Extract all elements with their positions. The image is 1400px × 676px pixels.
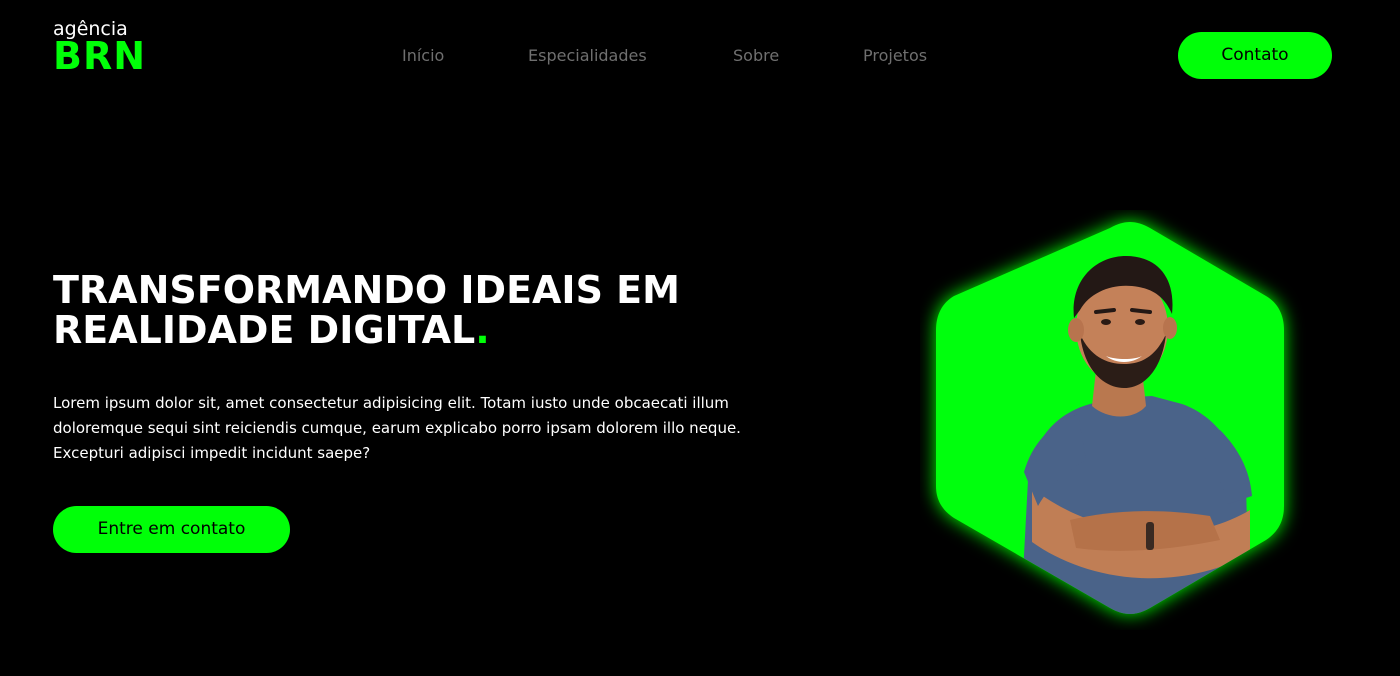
hero-title-line-2-text: REALIDADE DIGITAL: [53, 308, 476, 352]
nav-link-especialidades[interactable]: Especialidades: [528, 45, 647, 67]
hero-description-line-1: Lorem ipsum dolor sit, amet consectetur …: [53, 394, 729, 412]
brand-logo[interactable]: agência BRN: [53, 18, 163, 78]
hero-description-line-3: Excepturi adipisci impedit incidunt saep…: [53, 444, 371, 462]
hero-description: Lorem ipsum dolor sit, amet consectetur …: [53, 391, 813, 466]
hero-title-accent-dot: .: [475, 308, 490, 352]
landing-page: agência BRN Início Especialidades Sobre …: [0, 0, 1400, 676]
hero-photo-frame: [920, 210, 1320, 630]
hero-title: TRANSFORMANDO IDEAIS EM REALIDADE DIGITA…: [53, 270, 813, 350]
hero-title-line-1: TRANSFORMANDO IDEAIS EM: [53, 268, 680, 312]
hero-title-line-2: REALIDADE DIGITAL.: [53, 310, 813, 350]
nav-link-projetos[interactable]: Projetos: [863, 45, 927, 67]
get-in-touch-button[interactable]: Entre em contato: [53, 506, 290, 553]
contact-button[interactable]: Contato: [1178, 32, 1332, 79]
nav-link-sobre[interactable]: Sobre: [733, 45, 779, 67]
hero-description-line-2: doloremque sequi sint reiciendis cumque,…: [53, 419, 741, 437]
logo-bottom-text: BRN: [53, 34, 147, 78]
hero-photo: [936, 222, 1284, 614]
nav-link-inicio[interactable]: Início: [402, 45, 444, 67]
